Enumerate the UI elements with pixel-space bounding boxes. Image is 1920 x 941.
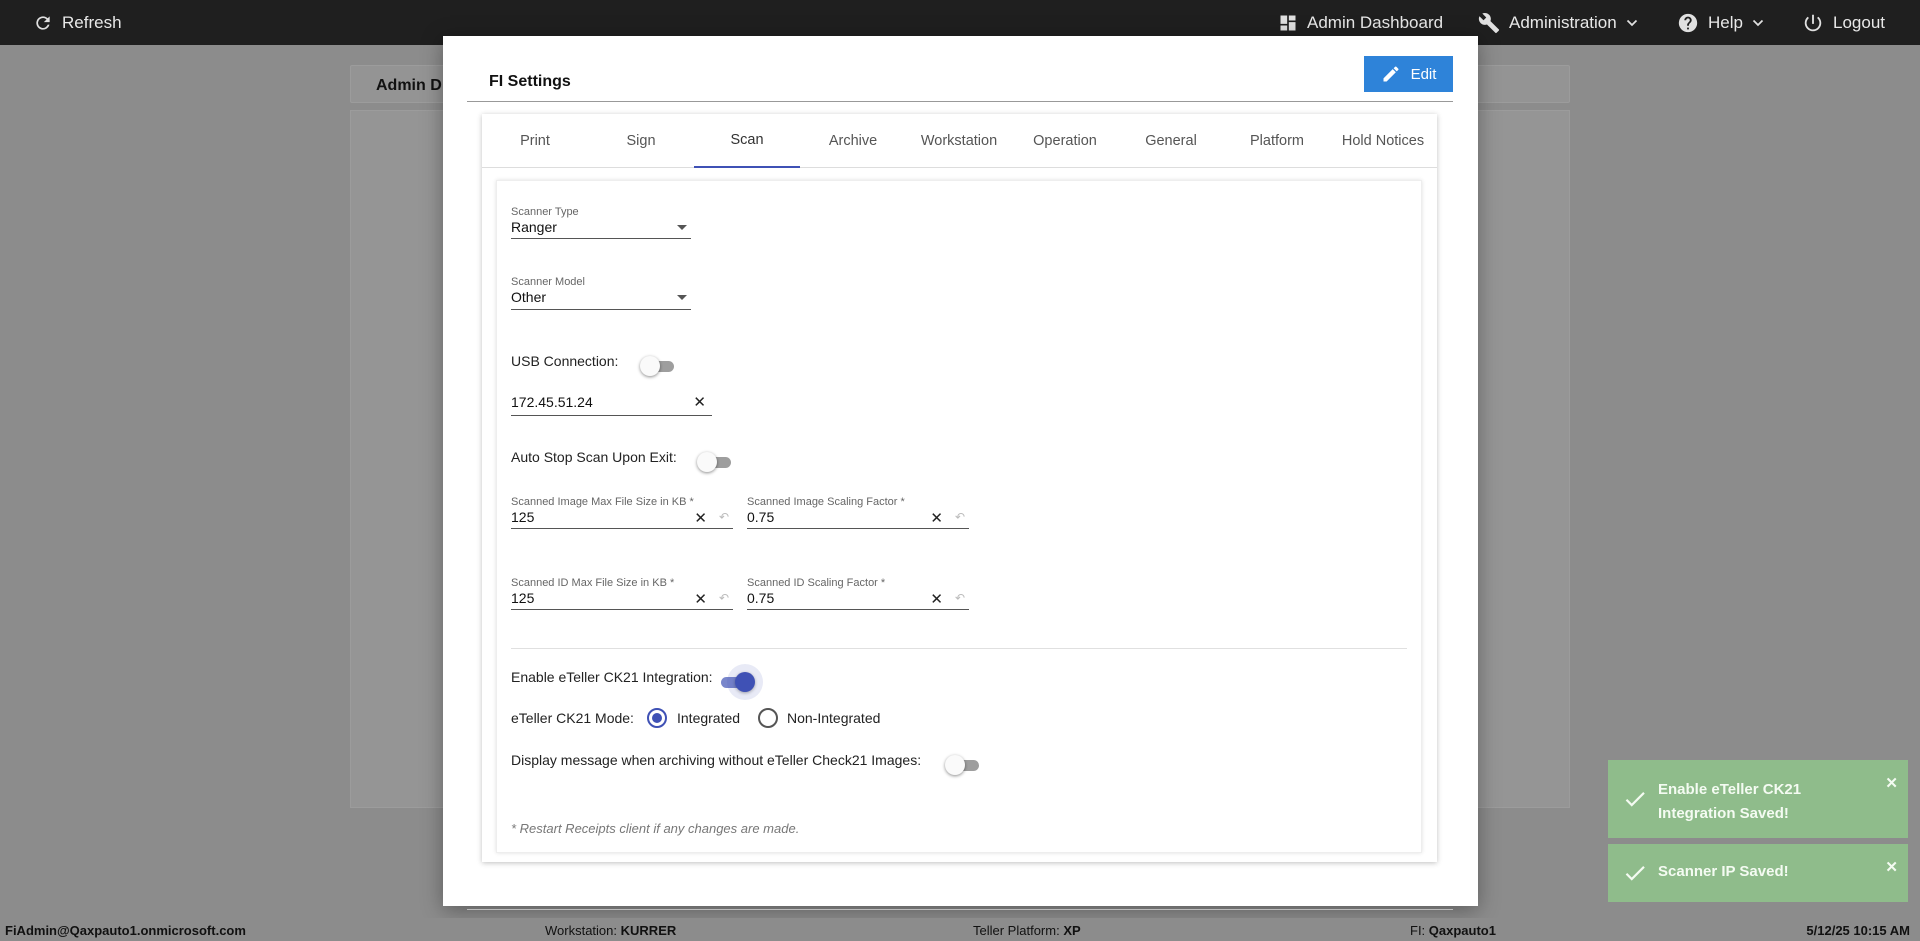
scanner-model-select[interactable]: Scanner Model Other [511,276,691,310]
tab-scan[interactable]: Scan [694,114,800,168]
image-scaling-input[interactable]: Scanned Image Scaling Factor * 0.75 ✕ ↶ [747,496,969,529]
dialog-header: FI Settings Edit [467,50,1453,102]
ck21-mode-label: eTeller CK21 Mode: [511,710,634,726]
help-menu[interactable]: Help [1677,0,1764,45]
ck21-enable-toggle[interactable] [719,672,755,692]
scanner-type-select[interactable]: Scanner Type Ranger [511,206,691,239]
refresh-icon [36,15,50,30]
settings-card: Print Sign Scan Archive Workstation Oper… [482,114,1437,862]
restart-note: * Restart Receipts client if any changes… [511,821,800,836]
image-max-size-input[interactable]: Scanned Image Max File Size in KB * 125 … [511,496,733,529]
tab-platform[interactable]: Platform [1224,114,1330,168]
section-divider [511,648,1407,649]
fi-settings-dialog: FI Settings Edit Print Sign Scan Archive… [443,36,1478,910]
background-tab-label: Admin D [376,77,442,94]
toast-scanner-ip-saved: Scanner IP Saved! ✕ [1608,844,1908,902]
ck21-mode-integrated-label[interactable]: Integrated [677,710,740,726]
tab-hold-notices[interactable]: Hold Notices [1330,114,1436,168]
chevron-down-icon [1752,19,1764,26]
scanner-type-value: Ranger [511,219,557,235]
undo-icon[interactable]: ↶ [719,591,729,605]
usb-connection-label: USB Connection: [511,353,619,369]
logout-label: Logout [1833,12,1885,32]
scanner-model-label: Scanner Model [511,276,585,288]
check-icon [1625,866,1645,881]
status-bar: FiAdmin@Qaxpauto1.onmicrosoft.com Workst… [0,918,1920,941]
pencil-icon [1383,66,1399,82]
status-user: FiAdmin@Qaxpauto1.onmicrosoft.com [5,923,246,938]
id-max-size-input[interactable]: Scanned ID Max File Size in KB * 125 ✕ ↶ [511,577,733,610]
dialog-body: Print Sign Scan Archive Workstation Oper… [467,108,1453,910]
status-workstation: Workstation: KURRER [545,923,677,938]
tab-print[interactable]: Print [482,114,588,168]
image-max-size-value: 125 [511,509,535,525]
ck21-mode-integrated-radio[interactable] [647,708,667,728]
ck21-enable-label: Enable eTeller CK21 Integration: [511,669,713,685]
tab-archive[interactable]: Archive [800,114,906,168]
close-icon[interactable]: ✕ [1885,774,1898,792]
status-datetime: 5/12/25 10:15 AM [1806,923,1910,938]
image-scaling-value: 0.75 [747,509,775,525]
wrench-icon [1478,12,1500,33]
help-label: Help [1708,12,1743,32]
id-max-size-label: Scanned ID Max File Size in KB * [511,577,675,589]
id-scaling-value: 0.75 [747,590,775,606]
clear-icon[interactable]: ✕ [694,509,707,527]
status-fi: FI: Qaxpauto1 [1410,923,1496,938]
tab-sign[interactable]: Sign [588,114,694,168]
clear-icon[interactable]: ✕ [693,393,706,411]
toast-ck21-saved: Enable eTeller CK21 Integration Saved! ✕ [1608,760,1908,838]
dashboard-icon [1280,15,1296,30]
help-icon [1678,13,1698,32]
toast-message: Scanner IP Saved! [1658,863,1789,880]
check-icon [1625,792,1645,807]
id-scaling-input[interactable]: Scanned ID Scaling Factor * 0.75 ✕ ↶ [747,577,969,610]
dialog-title: FI Settings [489,73,571,90]
tab-general[interactable]: General [1118,114,1224,168]
undo-icon[interactable]: ↶ [955,591,965,605]
tab-operation[interactable]: Operation [1012,114,1118,168]
scan-settings-panel: Scanner Type Ranger Scanner Model Other … [496,180,1422,853]
image-max-size-label: Scanned Image Max File Size in KB * [511,496,694,508]
clear-icon[interactable]: ✕ [694,590,707,608]
id-max-size-value: 125 [511,590,535,606]
admin-dashboard-label: Admin Dashboard [1307,12,1444,32]
logout-button[interactable]: Logout [1802,0,1885,45]
auto-stop-label: Auto Stop Scan Upon Exit: [511,449,677,465]
usb-connection-toggle[interactable] [640,356,676,376]
dropdown-arrow-icon [677,225,687,230]
settings-tabs: Print Sign Scan Archive Workstation Oper… [482,114,1437,168]
tab-workstation[interactable]: Workstation [906,114,1012,168]
ck21-mode-non-integrated-radio[interactable] [758,708,778,728]
scanner-type-label: Scanner Type [511,206,579,218]
display-message-label: Display message when archiving without e… [511,752,922,768]
refresh-button[interactable]: Refresh [33,0,122,45]
scanner-model-value: Other [511,289,547,305]
close-icon[interactable]: ✕ [1885,858,1898,876]
administration-menu[interactable]: Administration [1478,0,1638,45]
dropdown-arrow-icon [677,295,687,300]
status-platform: Teller Platform: XP [973,923,1081,938]
image-scaling-label: Scanned Image Scaling Factor * [747,496,905,508]
refresh-label: Refresh [62,12,122,32]
id-scaling-label: Scanned ID Scaling Factor * [747,577,886,589]
edit-label: Edit [1410,65,1437,83]
display-message-toggle[interactable] [945,755,981,775]
scanner-ip-input[interactable]: 172.45.51.24 ✕ [511,391,712,416]
undo-icon[interactable]: ↶ [719,510,729,524]
toast-message: Enable eTeller CK21 Integration Saved! [1658,781,1802,822]
undo-icon[interactable]: ↶ [955,510,965,524]
clear-icon[interactable]: ✕ [930,509,943,527]
chevron-down-icon [1626,19,1637,26]
clear-icon[interactable]: ✕ [930,590,943,608]
ck21-mode-non-integrated-label[interactable]: Non-Integrated [787,710,880,726]
scanner-ip-value: 172.45.51.24 [511,394,593,410]
edit-button[interactable]: Edit [1364,56,1453,92]
auto-stop-toggle[interactable] [697,452,733,472]
administration-label: Administration [1509,12,1617,32]
power-icon [1804,14,1822,31]
